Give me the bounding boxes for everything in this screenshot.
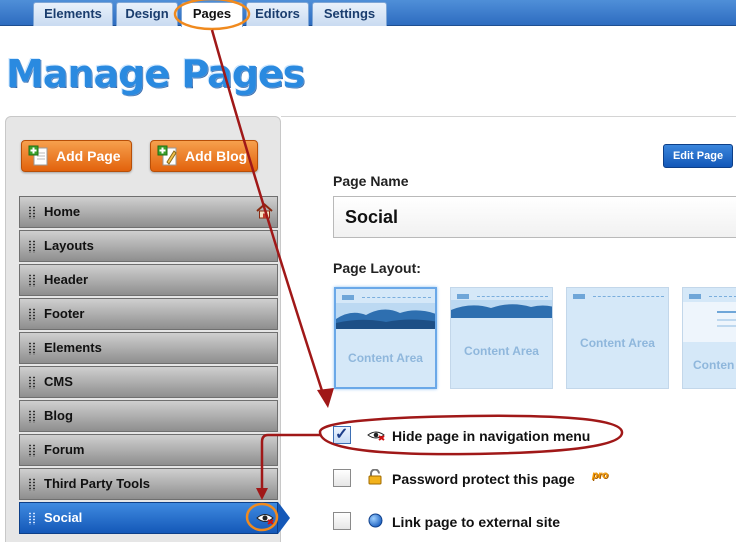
page-item-layouts[interactable]: Layouts (19, 230, 278, 262)
password-protect-label: Password protect this page (392, 471, 575, 487)
layout-header-bar (573, 294, 585, 299)
globe-icon (368, 513, 383, 528)
page-item-label: Footer (44, 306, 85, 321)
hidden-eye-icon (367, 431, 385, 441)
add-blog-icon (157, 145, 177, 166)
drag-handle-icon[interactable] (28, 478, 36, 491)
layout-nav-dash (709, 296, 736, 297)
drag-handle-icon[interactable] (28, 240, 36, 253)
page-layout-label: Page Layout: (333, 260, 421, 276)
layout-nav-dash (593, 296, 664, 297)
page-item-cms[interactable]: CMS (19, 366, 278, 398)
hidden-eye-icon (256, 514, 274, 525)
external-link-checkbox[interactable] (333, 512, 351, 530)
tab-pages[interactable]: Pages (181, 2, 243, 27)
layout-option-1[interactable]: Content Area (334, 287, 437, 389)
add-page-icon (28, 145, 48, 166)
layout-header-bar (457, 294, 469, 299)
drag-handle-icon[interactable] (28, 274, 36, 287)
page-item-label: Layouts (44, 238, 94, 253)
pro-badge: pro (592, 470, 609, 481)
layout-option-3[interactable]: Content Area (566, 287, 669, 389)
page-item-label: Forum (44, 442, 85, 457)
page-name-input[interactable]: Social (333, 196, 736, 238)
content-area-label: Content Area (580, 336, 655, 350)
page-item-label: Third Party Tools (44, 476, 150, 491)
drag-handle-icon[interactable] (28, 444, 36, 457)
layout-banner-image (336, 303, 435, 329)
page-item-footer[interactable]: Footer (19, 298, 278, 330)
drag-handle-icon[interactable] (28, 410, 36, 423)
drag-handle-icon[interactable] (28, 206, 36, 219)
layout-option-4[interactable]: Conten (682, 287, 736, 389)
layout-header-bar (689, 294, 701, 299)
hide-in-nav-label: Hide page in navigation menu (392, 428, 591, 444)
page-item-blog[interactable]: Blog (19, 400, 278, 432)
layout-header-bar (342, 295, 354, 300)
page-item-label: Blog (44, 408, 73, 423)
page-item-home[interactable]: Home (19, 196, 278, 228)
tab-editors[interactable]: Editors (246, 2, 309, 26)
checkmark-icon: ✓ (335, 426, 349, 443)
tab-design[interactable]: Design (116, 2, 178, 26)
page-item-forum[interactable]: Forum (19, 434, 278, 466)
add-blog-label: Add Blog (185, 148, 248, 164)
selected-item-pointer (278, 502, 290, 534)
content-area-label: Content Area (464, 344, 539, 358)
add-page-label: Add Page (56, 148, 121, 164)
page-item-social[interactable]: Social (19, 502, 278, 534)
drag-handle-icon[interactable] (28, 342, 36, 355)
layout-nav-dash (362, 297, 431, 298)
layout-banner-image (451, 300, 552, 318)
drag-handle-icon[interactable] (28, 512, 36, 525)
add-blog-button[interactable]: Add Blog (150, 140, 258, 172)
tab-settings[interactable]: Settings (312, 2, 387, 26)
page-item-label: Home (44, 204, 81, 219)
tab-elements[interactable]: Elements (33, 2, 113, 26)
page-item-elements[interactable]: Elements (19, 332, 278, 364)
password-protect-checkbox[interactable] (333, 469, 351, 487)
add-page-button[interactable]: Add Page (21, 140, 132, 172)
page-title: Manage Pages (6, 52, 305, 96)
content-area-label: Conten (693, 358, 735, 372)
layout-sidebar-lines (683, 302, 736, 342)
top-tab-bar: Elements Design Pages Editors Settings (0, 0, 736, 27)
layout-nav-dash (477, 296, 548, 297)
layout-option-2[interactable]: Content Area (450, 287, 553, 389)
external-link-label: Link page to external site (392, 514, 561, 530)
page-item-label: CMS (44, 374, 73, 389)
content-area-label: Content Area (348, 351, 423, 365)
page-item-label: Social (44, 510, 83, 525)
page-item-third-party-tools[interactable]: Third Party Tools (19, 468, 278, 500)
page-item-label: Header (44, 272, 89, 287)
drag-handle-icon[interactable] (28, 308, 36, 321)
hide-in-nav-checkbox[interactable]: ✓ (333, 426, 351, 444)
page-item-header[interactable]: Header (19, 264, 278, 296)
home-icon (256, 203, 273, 219)
edit-page-button[interactable]: Edit Page (663, 144, 733, 168)
page-item-label: Elements (44, 340, 102, 355)
drag-handle-icon[interactable] (28, 376, 36, 389)
lock-icon (368, 469, 382, 485)
page-name-label: Page Name (333, 173, 409, 189)
